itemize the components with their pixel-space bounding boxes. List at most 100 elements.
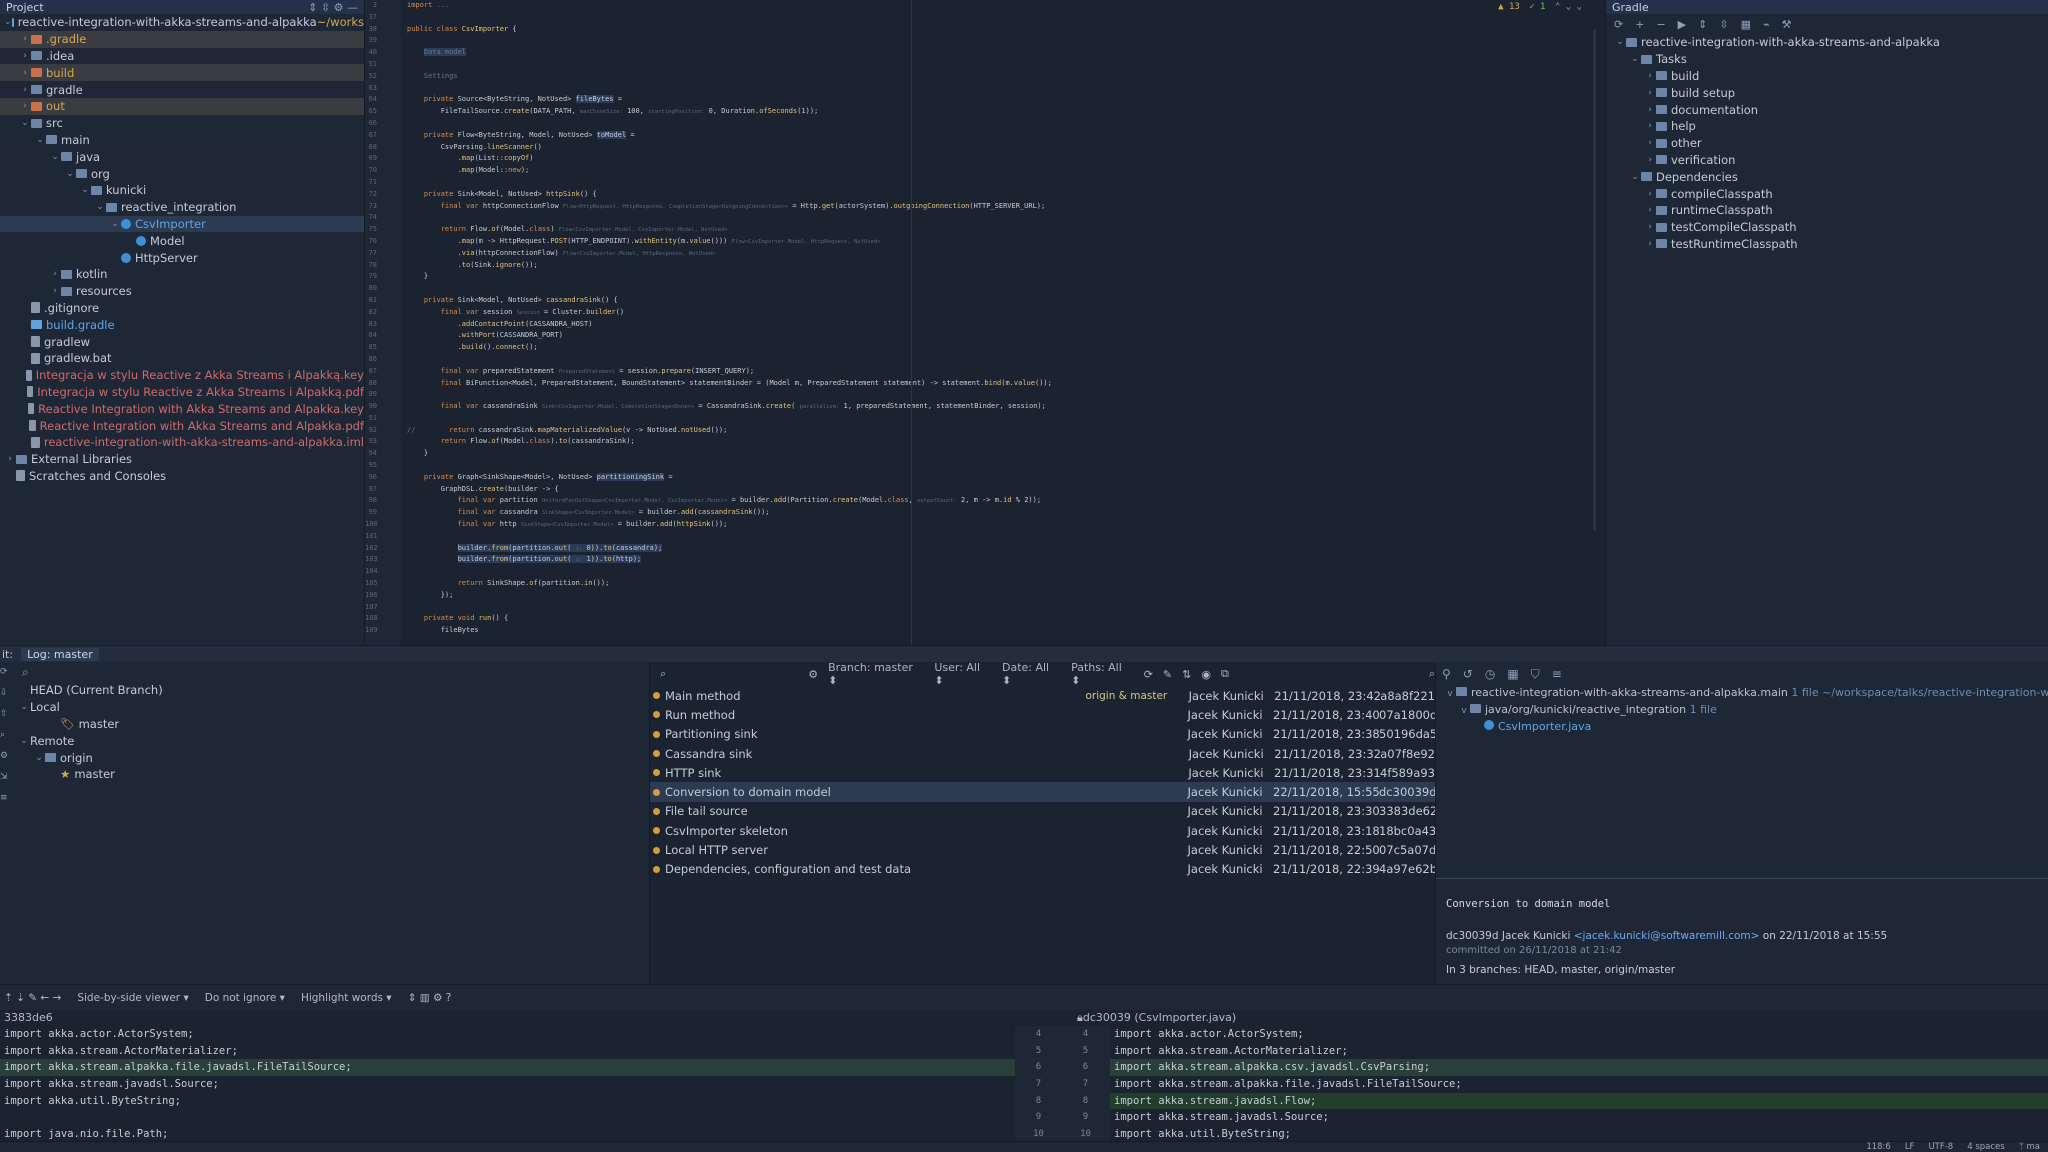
commit-row[interactable]: Local HTTP server Jacek Kunicki 21/11/2018… [650, 840, 1436, 859]
gradle-tree-item[interactable]: › compileClasspath [1606, 185, 2048, 202]
project-tree-item[interactable]: › .idea [0, 48, 364, 65]
indent-setting[interactable]: 4 spaces [1967, 1142, 2004, 1152]
diff-left-pane[interactable]: import akka.actor.ActorSystem; import akk… [0, 1026, 1015, 1141]
gradle-tree-item[interactable]: ⌄ Tasks [1606, 51, 2048, 68]
project-tree-item[interactable]: › kotlin [0, 266, 364, 283]
eye-icon[interactable]: ◉ [1201, 668, 1211, 681]
code-line[interactable]: .addContactPoint(CASSANDRA_HOST) [407, 319, 1602, 331]
code-line[interactable] [407, 354, 1602, 366]
code-line[interactable]: final var session Session = Cluster.buil… [407, 307, 1602, 319]
code-line[interactable]: final var cassandraSink Sink<CsvImporter… [407, 401, 1602, 413]
code-line[interactable]: return Flow.of(Model.class) Flow<CsvImpo… [407, 224, 1602, 236]
history-icon[interactable]: ◷ [1485, 667, 1495, 681]
code-line[interactable]: private Sink<Model, NotUsed> httpSink() … [407, 189, 1602, 201]
branch-tree-item[interactable]: ⌄ Local [14, 699, 649, 716]
code-line[interactable] [407, 460, 1602, 472]
code-line[interactable]: import ... [407, 0, 1602, 12]
nav-arrows-icon[interactable]: ⌃ ⌄ ⌄ [1555, 2, 1582, 12]
chevron-right-icon[interactable]: › [4, 454, 16, 464]
code-line[interactable]: GraphDSL.create(builder -> { [407, 484, 1602, 496]
project-tree-item[interactable]: ⌄ main [0, 132, 364, 149]
code-line[interactable] [407, 118, 1602, 130]
file-encoding[interactable]: UTF-8 [1928, 1142, 1953, 1152]
commit-row[interactable]: Cassandra sink Jacek Kunicki 21/11/2018, 2… [650, 744, 1435, 763]
code-line[interactable]: public class CsvImporter { [407, 24, 1602, 36]
tab-log-master[interactable]: Log: master [21, 647, 99, 661]
code-line[interactable] [407, 566, 1602, 578]
highlight-select[interactable]: Highlight words ▾ [301, 992, 392, 1004]
branch-tree-item[interactable]: HEAD (Current Branch) [14, 682, 649, 699]
project-tree-item[interactable]: reactive-integration-with-akka-streams-a… [0, 434, 364, 451]
commit-row[interactable]: Partitioning sink Jacek Kunicki 21/11/2018… [650, 725, 1437, 744]
revert-icon[interactable]: ↺ [1463, 667, 1473, 681]
project-tree-item[interactable]: ⌄ reactive_integration [0, 199, 364, 216]
project-tree-item[interactable]: ⌄ src [0, 115, 364, 132]
commit-row[interactable]: File tail source Jacek Kunicki 21/11/2018,… [650, 802, 1437, 821]
code-editor[interactable]: import ... public class CsvImporter { Dat… [401, 0, 1602, 645]
code-line[interactable]: private Sink<Model, NotUsed> cassandraSi… [407, 295, 1602, 307]
project-tree-item[interactable]: Reactive Integration with Akka Streams a… [0, 417, 364, 434]
code-line[interactable]: .map(Model::new); [407, 165, 1602, 177]
log-search-icon[interactable]: ⌕ [660, 667, 798, 681]
gradle-tree-item[interactable]: › build [1606, 68, 2048, 85]
chevron-right-icon[interactable]: › [1644, 71, 1656, 81]
code-line[interactable]: CsvParsing.lineScanner() [407, 142, 1602, 154]
changes-root[interactable]: v reactive-integration-with-akka-streams-… [1444, 686, 2048, 703]
code-line[interactable]: final BiFunction<Model, PreparedStatemen… [407, 378, 1602, 390]
user-filter[interactable]: User: All ⬍ [934, 661, 992, 687]
project-tree-item[interactable]: .gitignore [0, 300, 364, 317]
ignore-select[interactable]: Do not ignore ▾ [205, 992, 285, 1004]
code-line[interactable]: private void run() { [407, 613, 1602, 625]
project-tree-item[interactable]: › resources [0, 283, 364, 300]
gradle-tree-item[interactable]: ⌄ reactive-integration-with-akka-streams-… [1606, 34, 2048, 51]
diff-right-pane[interactable]: import akka.actor.ActorSystem; import akk… [1110, 1026, 2048, 1141]
sort-icon[interactable]: ⇅ [1182, 668, 1191, 681]
log-settings-icon[interactable]: ⚙ [808, 668, 818, 681]
code-line[interactable]: final var httpConnectionFlow Flow<HttpRe… [407, 201, 1602, 213]
project-tree-item[interactable]: ⌄ java [0, 148, 364, 165]
chevron-down-icon[interactable]: ⌄ [49, 152, 61, 162]
chevron-right-icon[interactable]: › [19, 85, 31, 95]
chevron-right-icon[interactable]: › [1644, 222, 1656, 232]
code-line[interactable]: .to(Sink.ignore()); [407, 260, 1602, 272]
gradle-tree-item[interactable]: › verification [1606, 152, 2048, 169]
code-line[interactable] [407, 35, 1602, 47]
chevron-down-icon[interactable]: ⌄ [1629, 54, 1641, 64]
link-icon[interactable]: ⌁ [1763, 18, 1770, 31]
code-line[interactable]: builder.from(partition.out( i: 1)).to(ht… [407, 554, 1602, 566]
code-line[interactable]: private Source<ByteString, NotUsed> file… [407, 94, 1602, 106]
add-icon[interactable]: + [1635, 18, 1644, 31]
chevron-down-icon[interactable]: ⌄ [18, 736, 30, 746]
collapse-all-icon[interactable]: ⇳ [1719, 18, 1728, 31]
git-branch[interactable]: ᛘ ma [2019, 1142, 2040, 1152]
open-icon[interactable]: ⧉ [1221, 667, 1229, 681]
project-tree-item[interactable]: HttpServer [0, 249, 364, 266]
code-line[interactable]: .map(m -> HttpRequest.POST(HTTP_ENDPOINT… [407, 236, 1602, 248]
code-line[interactable]: // return cassandraSink.mapMaterializedV… [407, 425, 1602, 437]
code-line[interactable] [407, 212, 1602, 224]
date-filter[interactable]: Date: All ⬍ [1002, 661, 1061, 687]
project-tree-item[interactable]: › gradle [0, 81, 364, 98]
chevron-down-icon[interactable]: ⌄ [64, 169, 76, 179]
chevron-down-icon[interactable]: ⌄ [94, 202, 106, 212]
chevron-right-icon[interactable]: › [1644, 88, 1656, 98]
chevron-right-icon[interactable]: › [49, 286, 61, 296]
project-tree-item[interactable]: ⌄ org [0, 165, 364, 182]
branches-side-toolbar[interactable]: ⟳ ⇩ ⇧ ⌕ ⚙ ⇲ ≡ [0, 662, 10, 984]
chevron-right-icon[interactable]: › [19, 101, 31, 111]
chevron-right-icon[interactable]: › [1644, 138, 1656, 148]
project-tree-item[interactable]: Scratches and Consoles [0, 468, 364, 485]
project-tree-item[interactable]: › .gradle [0, 30, 364, 48]
project-toolbar-icons[interactable]: ⇕ ⇳ ⚙ — [308, 1, 358, 14]
code-line[interactable]: return SinkShape.of(partition.in()); [407, 578, 1602, 590]
changes-package[interactable]: v java/org/kunicki/reactive_integration 1… [1444, 703, 2048, 720]
diff-nav-icons[interactable]: ⇡ ⇣ ✎ ← → [4, 992, 61, 1004]
project-tree-item[interactable]: build.gradle [0, 316, 364, 333]
chevron-down-icon[interactable]: ⌄ [1629, 172, 1641, 182]
refresh-icon[interactable]: ⟳ [1614, 18, 1623, 31]
chevron-down-icon[interactable]: ⌄ [109, 219, 121, 229]
code-line[interactable]: .build().connect(); [407, 342, 1602, 354]
project-tree-item[interactable]: gradlew [0, 333, 364, 350]
branch-tree-item[interactable]: 🏷︎ master [14, 716, 649, 733]
code-line[interactable]: }); [407, 590, 1602, 602]
